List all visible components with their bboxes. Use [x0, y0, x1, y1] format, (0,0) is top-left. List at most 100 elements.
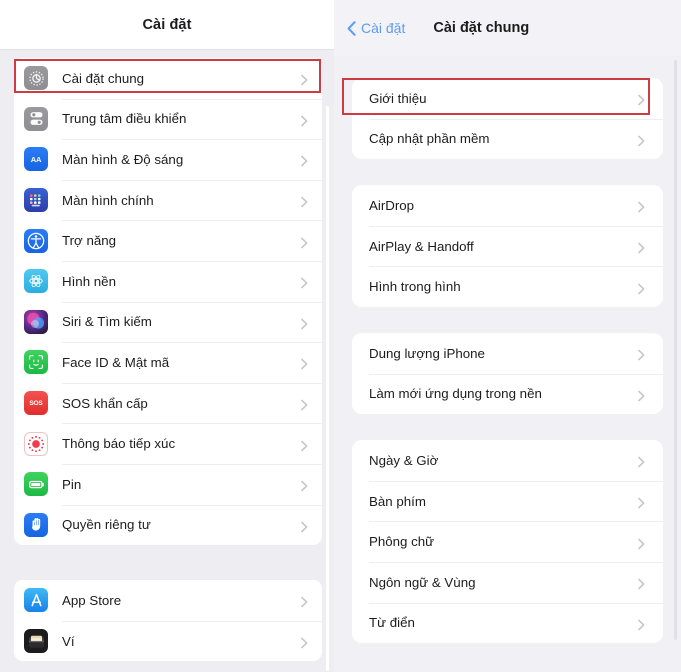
chevron-right-icon [638, 349, 645, 361]
sidebar-item-cai-at-chung[interactable]: Cài đặt chung [14, 58, 322, 99]
sidebar-item-vi[interactable]: Ví [14, 620, 322, 662]
chevron-right-icon [301, 196, 308, 208]
sidebar-item-thong-bao-tiep-xuc[interactable]: Thông báo tiếp xúc [14, 423, 322, 464]
sidebar-item-trung-tam-ieu-khien[interactable]: Trung tâm điều khiển [14, 98, 322, 140]
settings-split-view: Cài đặt Cài đặt chung Trung tâm điều khiể… [0, 0, 681, 672]
chevron-right-icon [301, 156, 308, 167]
sidebar-item-label: Thông báo tiếp xúc [62, 436, 176, 452]
chevron-right-icon [301, 359, 308, 370]
left-settings-groups: Cài đặt chung Trung tâm điều khiển AA Màn h… [0, 58, 334, 662]
sidebar-item-label: App Store [62, 592, 122, 608]
chevron-right-icon [638, 283, 645, 294]
display-aa-icon: AA [24, 147, 48, 172]
list-item-label: AirDrop [369, 197, 415, 213]
left-scrollbar[interactable] [326, 106, 329, 671]
sidebar-item-pin[interactable]: Pin [14, 463, 322, 505]
list-item-dung-luong-iphone[interactable]: Dung lượng iPhone [352, 332, 663, 374]
list-item-label: Phông chữ [369, 534, 435, 550]
settings-group: AirDrop AirPlay & Handoff Hình trong hình [352, 185, 663, 307]
chevron-right-icon [301, 399, 308, 411]
sidebar-item-hinh-nen[interactable]: Hình nền [14, 260, 322, 302]
chevron-right-icon [638, 538, 645, 549]
settings-group: Cài đặt chung Trung tâm điều khiển AA Màn h… [14, 58, 322, 546]
privacy-hand-icon [24, 512, 48, 537]
right-scrollbar[interactable] [674, 60, 677, 640]
chevron-right-icon [301, 480, 308, 492]
exposure-notification-icon [24, 431, 48, 456]
chevron-right-icon [638, 390, 645, 402]
back-button[interactable]: Cài đặt [347, 20, 405, 36]
list-item-gioi-thieu[interactable]: Giới thiệu [352, 78, 663, 119]
right-panel-header: Cài đặt Cài đặt chung [334, 0, 681, 56]
list-item-label: Cập nhật phần mềm [369, 131, 490, 147]
sidebar-item-man-hinh-chinh[interactable]: Màn hình chính [14, 179, 322, 221]
chevron-right-icon [301, 318, 308, 330]
list-item-ngon-ngu-vung[interactable]: Ngôn ngữ & Vùng [352, 561, 663, 603]
chevron-right-icon [638, 94, 645, 106]
right-settings-groups: Giới thiệu Cập nhật phần mềm AirDrop AirPla… [334, 78, 681, 644]
chevron-right-icon [638, 497, 645, 509]
sidebar-item-label: Siri & Tìm kiếm [62, 314, 152, 330]
list-item-airplay-handoff[interactable]: AirPlay & Handoff [352, 225, 663, 267]
wallet-icon [24, 629, 48, 654]
sidebar-item-label: Face ID & Mật mã [62, 354, 170, 370]
group-separator [334, 159, 681, 185]
list-item-hinh-trong-hinh[interactable]: Hình trong hình [352, 266, 663, 307]
left-scroll-area[interactable]: Cài đặt chung Trung tâm điều khiển AA Màn h… [0, 50, 334, 672]
list-item-label: Giới thiệu [369, 90, 427, 106]
sidebar-item-label: Trợ năng [62, 233, 117, 249]
back-button-label: Cài đặt [361, 20, 406, 36]
list-item-label: Từ điển [369, 615, 415, 631]
home-screen-icon [24, 188, 48, 213]
sidebar-item-tro-nang[interactable]: Trợ năng [14, 220, 322, 261]
list-item-label: Bàn phím [369, 493, 426, 509]
list-item-cap-nhat-phan-mem[interactable]: Cập nhật phần mềm [352, 118, 663, 160]
chevron-right-icon [301, 440, 308, 451]
sidebar-item-label: Trung tâm điều khiển [62, 111, 187, 127]
list-item-airdrop[interactable]: AirDrop [352, 185, 663, 226]
sidebar-item-app-store[interactable]: App Store [14, 580, 322, 621]
settings-group: App Store Ví [14, 580, 322, 662]
chevron-right-icon [301, 277, 308, 289]
list-item-ban-phim[interactable]: Bàn phím [352, 480, 663, 522]
list-item-ngay-gio[interactable]: Ngày & Giờ [352, 440, 663, 481]
chevron-right-icon [638, 457, 645, 468]
list-item-lam-moi-ung-dung-trong-nen[interactable]: Làm mới ứng dụng trong nền [352, 373, 663, 415]
list-item-tu-ien[interactable]: Từ điển [352, 602, 663, 644]
settings-list-panel: Cài đặt Cài đặt chung Trung tâm điều khiể… [0, 0, 334, 672]
sidebar-item-siri-tim-kiem[interactable]: Siri & Tìm kiếm [14, 301, 322, 343]
sidebar-item-quyen-rieng-tu[interactable]: Quyền riêng tư [14, 504, 322, 546]
right-top-spacer [334, 56, 681, 78]
chevron-right-icon [301, 637, 308, 649]
wallpaper-icon [24, 269, 48, 294]
sidebar-item-label: Quyền riêng tư [62, 517, 151, 533]
chevron-right-icon [301, 115, 308, 127]
list-item-label: AirPlay & Handoff [369, 238, 474, 254]
accessibility-icon [24, 228, 48, 253]
group-separator [334, 414, 681, 440]
list-item-label: Làm mới ứng dụng trong nền [369, 386, 542, 402]
sidebar-item-label: SOS khẩn cấp [62, 395, 148, 411]
gear-icon [24, 66, 48, 91]
list-item-label: Ngày & Giờ [369, 452, 439, 468]
list-item-label: Ngôn ngữ & Vùng [369, 574, 476, 590]
settings-group: Dung lượng iPhone Làm mới ứng dụng trong … [352, 332, 663, 415]
group-separator [334, 307, 681, 333]
sos-icon: SOS [24, 391, 48, 416]
settings-group: Giới thiệu Cập nhật phần mềm [352, 78, 663, 160]
sidebar-item-label: Hình nền [62, 273, 116, 289]
app-store-icon [24, 588, 48, 613]
detail-page-title: Cài đặt chung [433, 20, 530, 36]
chevron-right-icon [301, 237, 308, 248]
chevron-right-icon [638, 619, 645, 631]
sidebar-item-face-id-mat-ma[interactable]: Face ID & Mật mã [14, 342, 322, 383]
sidebar-item-man-hinh-o-sang[interactable]: AA Màn hình & Độ sáng [14, 139, 322, 180]
sliders-icon [24, 106, 48, 131]
sidebar-item-label: Pin [62, 476, 82, 492]
sidebar-item-label: Màn hình & Độ sáng [62, 151, 184, 167]
sidebar-item-label: Cài đặt chung [62, 70, 145, 86]
list-item-phong-chu[interactable]: Phông chữ [352, 521, 663, 562]
left-panel-header: Cài đặt [0, 0, 334, 50]
sidebar-item-sos-khan-cap[interactable]: SOS SOS khẩn cấp [14, 382, 322, 424]
sidebar-item-label: Ví [62, 633, 75, 649]
